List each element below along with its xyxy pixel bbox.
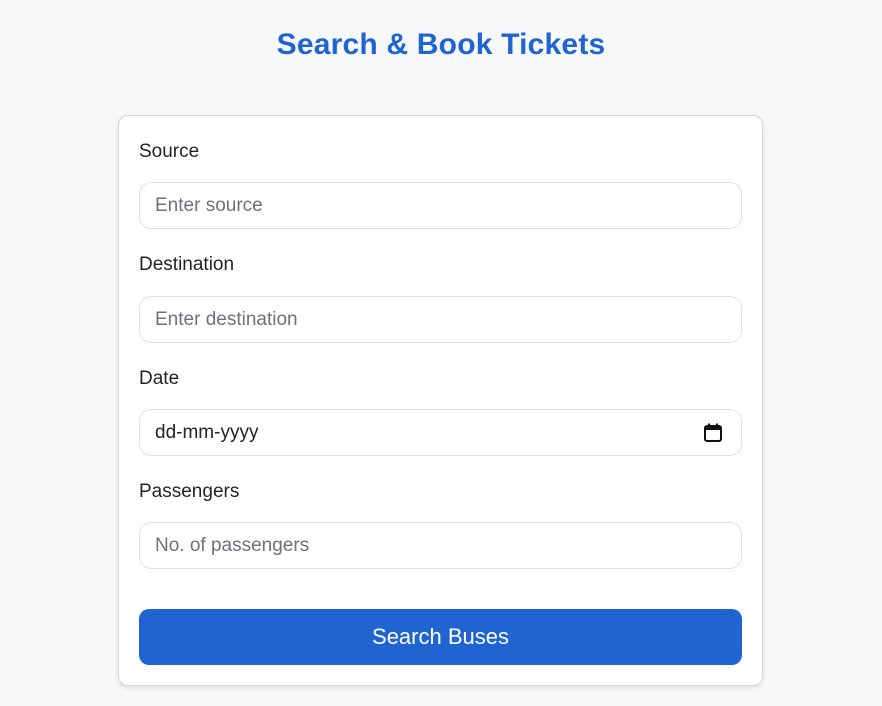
page-title: Search & Book Tickets <box>276 28 606 61</box>
date-input-value: dd-mm-yyyy <box>155 422 259 443</box>
source-input[interactable] <box>139 182 742 229</box>
passengers-input[interactable] <box>139 522 742 569</box>
source-label: Source <box>139 141 200 162</box>
destination-label: Destination <box>139 254 235 275</box>
destination-input[interactable] <box>139 296 742 343</box>
search-buses-button[interactable]: Search Buses <box>139 609 742 665</box>
page: Search & Book Tickets Source Destination… <box>0 0 882 706</box>
date-label: Date <box>139 368 180 389</box>
passengers-label: Passengers <box>139 481 240 502</box>
search-form-card: Source Destination Date dd-mm-yyyy Passe… <box>118 115 763 686</box>
calendar-icon[interactable] <box>704 423 722 442</box>
date-input[interactable]: dd-mm-yyyy <box>139 409 742 456</box>
